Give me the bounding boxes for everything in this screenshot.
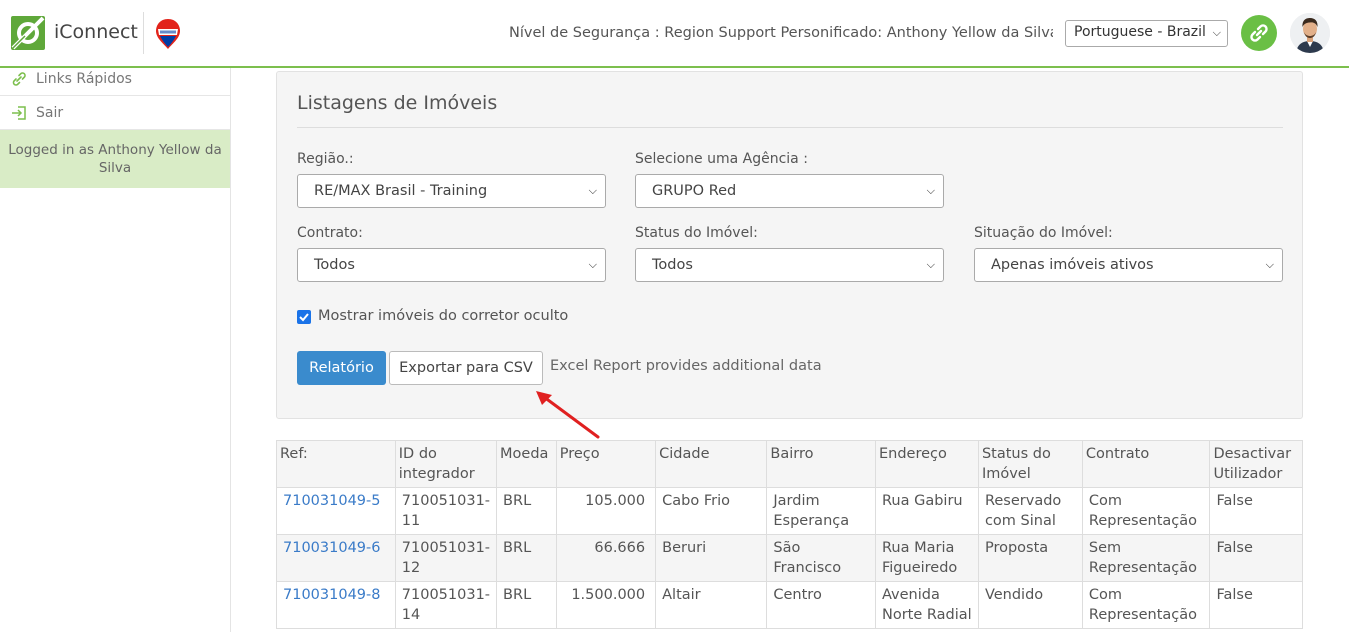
table-cell: 710051031-12 bbox=[394, 534, 498, 582]
remax-balloon-icon bbox=[155, 18, 181, 50]
table-cell: 710051031-14 bbox=[394, 581, 498, 629]
column-header[interactable]: Moeda bbox=[496, 440, 557, 488]
column-header[interactable]: Contrato bbox=[1081, 440, 1211, 488]
table-cell: Rua Gabiru bbox=[874, 487, 979, 535]
column-header[interactable]: Desactivar Utilizador bbox=[1209, 440, 1303, 488]
filter-panel: Listagens de Imóveis Região.: RE/MAX Bra… bbox=[276, 71, 1303, 419]
table-cell: Altair bbox=[655, 581, 768, 629]
table-cell: False bbox=[1209, 581, 1303, 629]
app-name: iConnect bbox=[54, 21, 138, 43]
show-hidden-agent-checkbox[interactable] bbox=[297, 310, 311, 324]
status-select-value: Todos bbox=[652, 257, 693, 273]
situacao-select[interactable]: Apenas imóveis ativos ⌵ bbox=[974, 248, 1283, 282]
column-header[interactable]: ID do integrador bbox=[394, 440, 498, 488]
excel-report-note: Excel Report provides additional data bbox=[550, 358, 822, 374]
table-header-row: Ref: ID do integrador Moeda Preço Cidade… bbox=[276, 440, 1303, 488]
status-label: Status do Imóvel: bbox=[635, 225, 758, 241]
table-cell: Jardim Esperança bbox=[766, 487, 876, 535]
regiao-label: Região.: bbox=[297, 151, 354, 167]
regiao-select[interactable]: RE/MAX Brasil - Training ⌵ bbox=[297, 174, 606, 208]
top-header: iConnect Nível de Segurança : Region Sup… bbox=[0, 0, 1349, 68]
table-cell: Proposta bbox=[977, 534, 1083, 582]
situacao-select-value: Apenas imóveis ativos bbox=[991, 257, 1154, 273]
link-icon bbox=[12, 72, 26, 86]
agencia-label: Selecione uma Agência : bbox=[635, 151, 808, 167]
quick-link-button[interactable] bbox=[1241, 15, 1277, 51]
language-select-value: Portuguese - Brazil bbox=[1074, 24, 1206, 40]
chevron-down-icon: ⌵ bbox=[926, 258, 935, 271]
table-cell: Rua Maria Figueiredo bbox=[874, 534, 979, 582]
table-cell: Sem Representação bbox=[1081, 534, 1211, 582]
contrato-select-value: Todos bbox=[314, 257, 355, 273]
table-cell: 66.666 bbox=[555, 534, 657, 582]
contrato-select[interactable]: Todos ⌵ bbox=[297, 248, 606, 282]
ref-link[interactable]: 710031049-6 bbox=[276, 534, 396, 582]
regiao-select-value: RE/MAX Brasil - Training bbox=[314, 183, 488, 199]
table-cell: BRL bbox=[496, 487, 557, 535]
table-row: 710031049-8 710051031-14 BRL 1.500.000 A… bbox=[276, 581, 1303, 629]
link-icon bbox=[1250, 24, 1268, 42]
table-cell: Com Representação bbox=[1081, 487, 1211, 535]
sidebar-item-label: Sair bbox=[36, 105, 64, 121]
title-divider bbox=[297, 127, 1283, 128]
column-header[interactable]: Endereço bbox=[874, 440, 979, 488]
chevron-down-icon: ⌵ bbox=[1265, 258, 1274, 271]
contrato-label: Contrato: bbox=[297, 225, 363, 241]
user-avatar[interactable] bbox=[1290, 13, 1330, 53]
agencia-select[interactable]: GRUPO Red ⌵ bbox=[635, 174, 944, 208]
column-header[interactable]: Preço bbox=[555, 440, 657, 488]
table-cell: Centro bbox=[766, 581, 876, 629]
table-cell: 105.000 bbox=[555, 487, 657, 535]
chevron-down-icon: ⌵ bbox=[926, 184, 935, 197]
agencia-select-value: GRUPO Red bbox=[652, 183, 737, 199]
table-cell: False bbox=[1209, 487, 1303, 535]
sidebar-item-logout[interactable]: Sair bbox=[0, 96, 230, 130]
sidebar-item-quick-links[interactable]: Links Rápidos bbox=[0, 62, 230, 96]
table-cell: 1.500.000 bbox=[555, 581, 657, 629]
table-cell: False bbox=[1209, 534, 1303, 582]
annotation-arrow-icon bbox=[536, 391, 600, 439]
logo-divider bbox=[143, 12, 144, 54]
export-csv-button[interactable]: Exportar para CSV bbox=[389, 351, 543, 385]
logout-icon bbox=[12, 106, 26, 120]
ref-link[interactable]: 710031049-5 bbox=[276, 487, 396, 535]
column-header[interactable]: Ref: bbox=[276, 440, 396, 488]
listings-table: Ref: ID do integrador Moeda Preço Cidade… bbox=[276, 440, 1303, 629]
sidebar-item-label: Links Rápidos bbox=[36, 71, 132, 87]
table-cell: BRL bbox=[496, 581, 557, 629]
chevron-down-icon: ⌵ bbox=[1212, 26, 1221, 39]
report-button[interactable]: Relatório bbox=[297, 351, 386, 385]
chevron-down-icon: ⌵ bbox=[588, 184, 597, 197]
chevron-down-icon: ⌵ bbox=[588, 258, 597, 271]
page-title: Listagens de Imóveis bbox=[297, 92, 498, 114]
ref-link[interactable]: 710031049-8 bbox=[276, 581, 396, 629]
sidebar: Links Rápidos Sair Logged in as Anthony … bbox=[0, 68, 231, 632]
table-cell: Cabo Frio bbox=[655, 487, 768, 535]
table-cell: Com Representação bbox=[1081, 581, 1211, 629]
table-row: 710031049-5 710051031-11 BRL 105.000 Cab… bbox=[276, 487, 1303, 535]
table-cell: BRL bbox=[496, 534, 557, 582]
logged-in-notice: Logged in as Anthony Yellow da Silva bbox=[0, 130, 230, 188]
security-info: Nível de Segurança : Region Support Pers… bbox=[509, 25, 1053, 41]
status-select[interactable]: Todos ⌵ bbox=[635, 248, 944, 282]
table-row: 710031049-6 710051031-12 BRL 66.666 Beru… bbox=[276, 534, 1303, 582]
checkmark-icon bbox=[299, 313, 309, 322]
column-header[interactable]: Bairro bbox=[766, 440, 876, 488]
table-cell: 710051031-11 bbox=[394, 487, 498, 535]
iconnect-logo-icon[interactable] bbox=[11, 16, 45, 50]
show-hidden-agent-label[interactable]: Mostrar imóveis do corretor oculto bbox=[318, 308, 568, 324]
situacao-label: Situação do Imóvel: bbox=[974, 225, 1113, 241]
table-cell: Reservado com Sinal bbox=[977, 487, 1083, 535]
language-select[interactable]: Portuguese - Brazil ⌵ bbox=[1065, 20, 1228, 47]
column-header[interactable]: Cidade bbox=[655, 440, 768, 488]
table-cell: Avenida Norte Radial bbox=[874, 581, 979, 629]
column-header[interactable]: Status do Imóvel bbox=[977, 440, 1083, 488]
table-cell: São Francisco bbox=[766, 534, 876, 582]
table-cell: Beruri bbox=[655, 534, 768, 582]
table-cell: Vendido bbox=[977, 581, 1083, 629]
